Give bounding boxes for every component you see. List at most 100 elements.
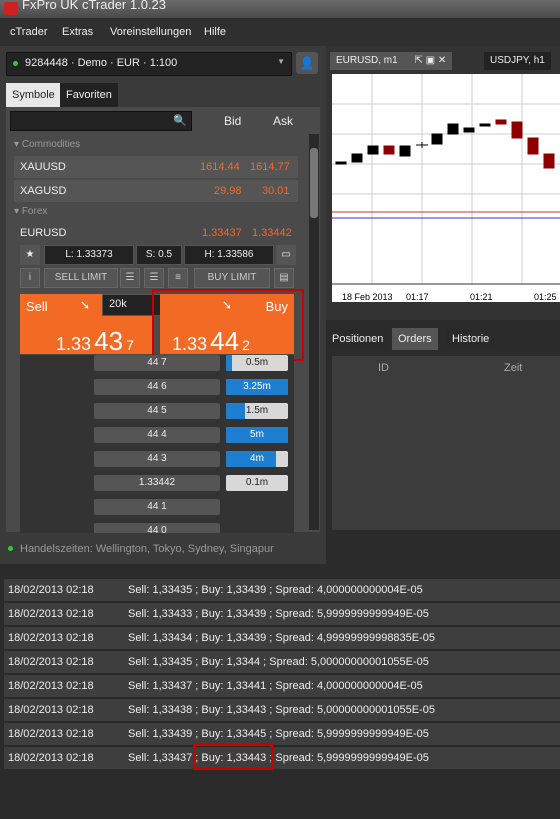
highlight-box bbox=[193, 744, 273, 770]
log-row: 18/02/2013 02:18 Sell: 1,33433 ; Buy: 1,3… bbox=[4, 602, 560, 625]
symbol-ask: 30.01 bbox=[262, 185, 290, 197]
log-message: Sell: 1,33433 ; Buy: 1,33439 ; Spread: 5… bbox=[128, 608, 429, 620]
log-date: 18/02/2013 02:18 bbox=[8, 584, 94, 596]
tab-orders[interactable]: Orders bbox=[392, 328, 438, 350]
menu-extras[interactable]: Extras bbox=[62, 26, 93, 38]
sell-price-frac: 7 bbox=[126, 337, 134, 353]
symbol-row-xagusd[interactable]: XAGUSD 29.98 30.01 bbox=[14, 180, 298, 202]
document-icon[interactable]: ▤ bbox=[274, 268, 294, 288]
popout-icon[interactable]: ⇱ ▣ ✕ bbox=[414, 55, 446, 66]
price-chart[interactable]: 18 Feb 2013 01:17 01:21 01:25 bbox=[332, 74, 560, 302]
menu-voreinstellungen[interactable]: Voreinstellungen bbox=[110, 26, 191, 38]
ladder-price[interactable]: 44 7 bbox=[94, 355, 220, 371]
symbol-row-eurusd[interactable]: EURUSD 1.33437 1.33442 bbox=[14, 222, 298, 244]
chart-time-label: 01:25 bbox=[534, 292, 557, 302]
sell-label: Sell bbox=[26, 299, 48, 314]
ladder-price[interactable]: 1.33442 bbox=[94, 475, 220, 491]
log-row: 18/02/2013 02:18 Sell: 1,33437 ; Buy: 1,3… bbox=[4, 674, 560, 697]
chart-time-label: 01:17 bbox=[406, 292, 429, 302]
log-row: 18/02/2013 02:18 Sell: 1,33439 ; Buy: 1,3… bbox=[4, 722, 560, 745]
log-message: Sell: 1,33438 ; Buy: 1,33443 ; Spread: 5… bbox=[128, 704, 436, 716]
log-message: Sell: 1,33437 ; Buy: 1,33441 ; Spread: 4… bbox=[128, 680, 423, 692]
symbol-bid: 1.33437 bbox=[202, 227, 242, 239]
log-row: 18/02/2013 02:18 Sell: 1,33438 ; Buy: 1,3… bbox=[4, 698, 560, 721]
menu-hilfe[interactable]: Hilfe bbox=[204, 26, 226, 38]
symbol-bid: 29.98 bbox=[214, 185, 242, 197]
group-label: Commodities bbox=[21, 139, 81, 150]
ladder-volume: 5m bbox=[226, 427, 288, 443]
column-ask: Ask bbox=[273, 114, 294, 128]
ladder-volume: 1.5m bbox=[226, 403, 288, 419]
symbol-list-scrollbar[interactable] bbox=[309, 134, 319, 530]
tab-chart-usdjpy[interactable]: USDJPY, h1 bbox=[484, 52, 551, 70]
volume-label: 0.1m bbox=[245, 477, 269, 488]
orders-list bbox=[332, 380, 560, 530]
group-forex[interactable]: ▾ Forex bbox=[14, 206, 47, 217]
search-icon: 🔍 bbox=[173, 115, 187, 127]
depth-icon[interactable]: ≡ bbox=[168, 268, 188, 288]
log-date: 18/02/2013 02:18 bbox=[8, 680, 94, 692]
sell-limit-button[interactable]: SELL LIMIT bbox=[44, 268, 118, 288]
amount-value: 20k bbox=[109, 298, 127, 310]
tab-positionen[interactable]: Positionen bbox=[326, 328, 390, 350]
ladder-price[interactable]: 44 6 bbox=[94, 379, 220, 395]
log-row: 18/02/2013 02:18 Sell: 1,33437 ; Buy: 1,3… bbox=[4, 746, 560, 769]
column-bid: Bid bbox=[224, 114, 242, 128]
ladder-price[interactable]: 44 0 bbox=[94, 523, 220, 533]
log-date: 18/02/2013 02:18 bbox=[8, 608, 94, 620]
log-message: Sell: 1,33434 ; Buy: 1,33439 ; Spread: 4… bbox=[128, 632, 436, 644]
symbol-ask: 1.33442 bbox=[252, 227, 292, 239]
list-icon[interactable]: ☰ bbox=[120, 268, 140, 288]
user-icon[interactable]: 👤 bbox=[296, 52, 318, 74]
volume-label: 0.5m bbox=[245, 357, 269, 368]
chevron-down-icon: ▼ bbox=[277, 57, 285, 66]
tab-symbole[interactable]: Symbole bbox=[6, 83, 61, 107]
spread-value: S: 0.5 bbox=[136, 245, 182, 265]
group-label: Forex bbox=[21, 206, 48, 217]
log-date: 18/02/2013 02:18 bbox=[8, 752, 94, 764]
symbol-bid: 1614.44 bbox=[200, 161, 240, 173]
ladder-price[interactable]: 44 3 bbox=[94, 451, 220, 467]
info-icon[interactable]: i bbox=[20, 268, 40, 288]
low-price: L: 1.33373 bbox=[44, 245, 134, 265]
scrollbar-thumb[interactable] bbox=[310, 148, 318, 218]
tab-favoriten[interactable]: Favoriten bbox=[60, 83, 118, 107]
symbol-name: EURUSD bbox=[20, 227, 67, 239]
log-date: 18/02/2013 02:18 bbox=[8, 728, 94, 740]
tab-chart-eurusd[interactable]: EURUSD, m1 ⇱ ▣ ✕ bbox=[330, 52, 453, 70]
symbol-search-input[interactable]: 🔍 bbox=[10, 111, 192, 131]
status-dot-icon bbox=[8, 546, 13, 551]
volume-label: 3.25m bbox=[243, 381, 271, 392]
symbol-row-xauusd[interactable]: XAUUSD 1614.44 1614.77 bbox=[14, 156, 298, 178]
ladder-price[interactable]: 44 1 bbox=[94, 499, 220, 515]
volume-label: 4m bbox=[250, 453, 264, 464]
group-commodities[interactable]: ▾ Commodities bbox=[14, 139, 80, 150]
log-message: Sell: 1,33437 ; Buy: 1,33443 ; Spread: 5… bbox=[128, 752, 429, 764]
sell-arrow-icon: ➘ bbox=[80, 298, 91, 312]
buy-limit-button[interactable]: BUY LIMIT bbox=[194, 268, 270, 288]
ladder-price[interactable]: 44 5 bbox=[94, 403, 220, 419]
tab-historie[interactable]: Historie bbox=[446, 328, 496, 350]
symbol-name: XAUUSD bbox=[20, 161, 66, 173]
volume-fill bbox=[226, 355, 233, 371]
menu-ctrader[interactable]: cTrader bbox=[10, 26, 48, 38]
title-bar: FxPro UK cTrader 1.0.23 bbox=[0, 0, 560, 18]
price-ladder: 44 7 0.5m 44 6 3.25m 44 5 1.5m 44 4 5m 4… bbox=[20, 355, 294, 533]
chart-icon[interactable]: ▭ bbox=[276, 245, 296, 265]
account-selector[interactable]: 9284448 · Demo · EUR · 1:100 ▼ bbox=[6, 52, 292, 76]
chart-svg: 18 Feb 2013 01:17 01:21 01:25 bbox=[332, 74, 560, 302]
high-price: H: 1.33586 bbox=[184, 245, 274, 265]
symbol-info-bar: ★ L: 1.33373 S: 0.5 H: 1.33586 ▭ bbox=[14, 245, 298, 267]
log-date: 18/02/2013 02:18 bbox=[8, 704, 94, 716]
ladder-price[interactable]: 44 4 bbox=[94, 427, 220, 443]
sell-price: 1.33 43 7 bbox=[56, 326, 134, 357]
sell-price-big: 1.33 bbox=[56, 334, 92, 354]
star-icon[interactable]: ★ bbox=[20, 245, 40, 265]
volume-label: 1.5m bbox=[245, 405, 269, 416]
log-message: Sell: 1,33435 ; Buy: 1,33439 ; Spread: 4… bbox=[128, 584, 423, 596]
list-icon[interactable]: ☰ bbox=[144, 268, 164, 288]
sell-price-pip: 43 bbox=[94, 326, 124, 356]
orders-header: ID Zeit bbox=[332, 356, 560, 380]
highlight-box bbox=[152, 289, 304, 361]
ladder-volume: 4m bbox=[226, 451, 288, 467]
